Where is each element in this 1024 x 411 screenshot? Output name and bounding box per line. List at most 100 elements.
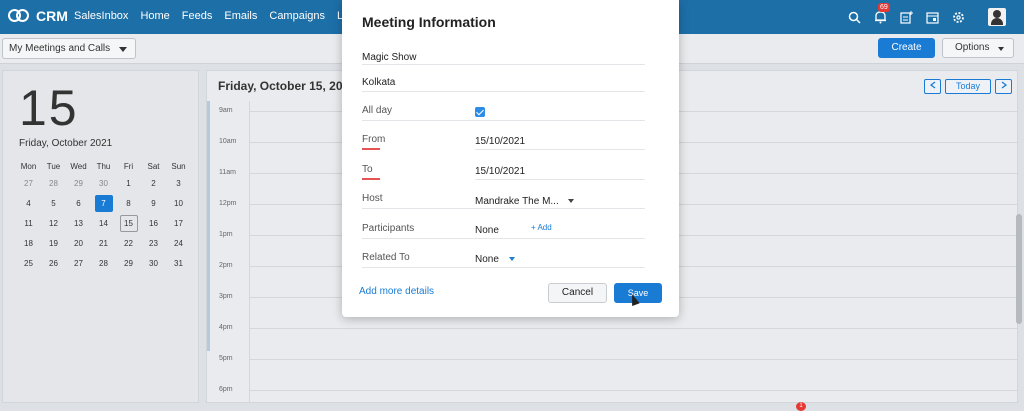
divider	[475, 179, 645, 180]
search-icon[interactable]	[846, 9, 862, 25]
hour-label: 4pm	[219, 324, 233, 331]
divider	[362, 208, 645, 209]
meeting-information-dialog: Meeting Information Magic Show Kolkata A…	[342, 0, 679, 317]
calendar-day[interactable]: 9	[141, 193, 166, 213]
gear-icon[interactable]	[950, 9, 966, 25]
user-avatar[interactable]	[988, 8, 1006, 26]
calendar-day[interactable]: 5	[41, 193, 66, 213]
calendar-day[interactable]: 30	[141, 253, 166, 273]
hour-slot[interactable]	[249, 328, 1017, 329]
time-column-divider	[249, 101, 250, 402]
allday-label: All day	[362, 105, 393, 116]
calendar-day[interactable]: 17	[166, 213, 191, 233]
calendar-day[interactable]: 11	[16, 213, 41, 233]
chevron-right-icon	[1001, 81, 1007, 89]
calendar-day-number: 9	[151, 198, 156, 208]
calendar-day[interactable]: 28	[91, 253, 116, 273]
view-selector[interactable]: My Meetings and Calls	[2, 38, 136, 59]
nav-campaigns[interactable]: Campaigns	[269, 10, 325, 22]
calendar-day[interactable]: 18	[16, 233, 41, 253]
create-button[interactable]: Create	[878, 38, 935, 58]
calendar-day-number: 29	[124, 258, 133, 268]
weekday-header: Sat	[147, 161, 160, 171]
bell-icon[interactable]: 69	[872, 3, 890, 25]
calendar-day-number: 27	[74, 258, 83, 268]
calendar-day[interactable]: 8	[116, 193, 141, 213]
crm-logo[interactable]: CRM	[8, 7, 68, 25]
calendar-day[interactable]: 27	[66, 253, 91, 273]
calendar-day[interactable]: 4	[16, 193, 41, 213]
calendar-day-number: 23	[149, 238, 158, 248]
add-record-icon[interactable]	[898, 9, 914, 25]
calendar-day[interactable]: 20	[66, 233, 91, 253]
host-select[interactable]: Mandrake The M...	[475, 196, 574, 207]
calendar-day[interactable]: 25	[16, 253, 41, 273]
hour-label: 1pm	[219, 231, 233, 238]
calendar-day-number: 6	[76, 198, 81, 208]
calendar-day[interactable]: 31	[166, 253, 191, 273]
calendar-day[interactable]: 15	[116, 213, 141, 233]
calendar-day[interactable]: 10	[166, 193, 191, 213]
calendar-day[interactable]: 6	[66, 193, 91, 213]
nav-salesinbox[interactable]: SalesInbox	[74, 10, 128, 22]
nav-emails[interactable]: Emails	[224, 10, 257, 22]
calendar-day[interactable]: 13	[66, 213, 91, 233]
calendar-day[interactable]: 26	[41, 253, 66, 273]
calendar-day[interactable]: 7	[91, 193, 116, 213]
calendar-day-number: 4	[26, 198, 31, 208]
nav-home[interactable]: Home	[140, 10, 169, 22]
calendar-day[interactable]: 1	[116, 173, 141, 193]
calendar-day[interactable]: 23	[141, 233, 166, 253]
location-field[interactable]: Kolkata	[362, 77, 395, 88]
calendar-day[interactable]: 19	[41, 233, 66, 253]
meeting-title-field[interactable]: Magic Show	[362, 52, 416, 63]
weekday-header: Tue	[46, 161, 61, 171]
calendar-day[interactable]: 29	[66, 173, 91, 193]
calendar-day[interactable]: 28	[41, 173, 66, 193]
options-button[interactable]: Options	[942, 38, 1014, 58]
weekday-header: Fri	[123, 161, 134, 171]
calendar-day-number: 17	[174, 218, 183, 228]
required-indicator	[362, 178, 380, 180]
allday-checkbox[interactable]	[475, 107, 485, 117]
calendar-day[interactable]: 30	[91, 173, 116, 193]
calendar-day-number: 22	[124, 238, 133, 248]
calendar-day[interactable]: 21	[91, 233, 116, 253]
calendar-day[interactable]: 27	[16, 173, 41, 193]
current-date-label: Friday, October 2021	[19, 138, 113, 149]
cancel-button[interactable]: Cancel	[548, 283, 607, 303]
calendar-day[interactable]: 14	[91, 213, 116, 233]
from-date-field[interactable]: 15/10/2021	[475, 136, 525, 147]
calendar-icon[interactable]	[924, 9, 940, 25]
next-day-button[interactable]	[995, 79, 1012, 94]
divider	[475, 149, 645, 150]
bottom-notification-badge[interactable]: 1	[796, 402, 806, 411]
calendar-day-number: 25	[24, 258, 33, 268]
calendar-day-number: 30	[99, 178, 108, 188]
to-date-field[interactable]: 15/10/2021	[475, 166, 525, 177]
hour-slot[interactable]	[249, 359, 1017, 360]
calendar-day-number: 31	[174, 258, 183, 268]
today-button[interactable]: Today	[945, 79, 991, 94]
page-scrollbar[interactable]	[1016, 214, 1022, 324]
calendar-day-number: 21	[99, 238, 108, 248]
calendar-day[interactable]: 24	[166, 233, 191, 253]
nav-feeds[interactable]: Feeds	[182, 10, 213, 22]
calendar-day[interactable]: 12	[41, 213, 66, 233]
calendar-day-number: 30	[149, 258, 158, 268]
calendar-day[interactable]: 16	[141, 213, 166, 233]
hour-slot[interactable]	[249, 390, 1017, 391]
calendar-day-number: 11	[24, 218, 33, 228]
calendar-day[interactable]: 2	[141, 173, 166, 193]
hour-label: 12pm	[219, 200, 237, 207]
calendar-day[interactable]: 29	[116, 253, 141, 273]
hour-label: 10am	[219, 138, 237, 145]
add-more-details-link[interactable]: Add more details	[359, 286, 434, 297]
calendar-day-number: 16	[149, 218, 158, 228]
calendar-day[interactable]: 22	[116, 233, 141, 253]
add-participant-link[interactable]: + Add	[531, 223, 552, 232]
app-name: CRM	[36, 8, 68, 24]
previous-day-button[interactable]	[924, 79, 941, 94]
related-to-select[interactable]: None	[475, 254, 515, 265]
calendar-day[interactable]: 3	[166, 173, 191, 193]
